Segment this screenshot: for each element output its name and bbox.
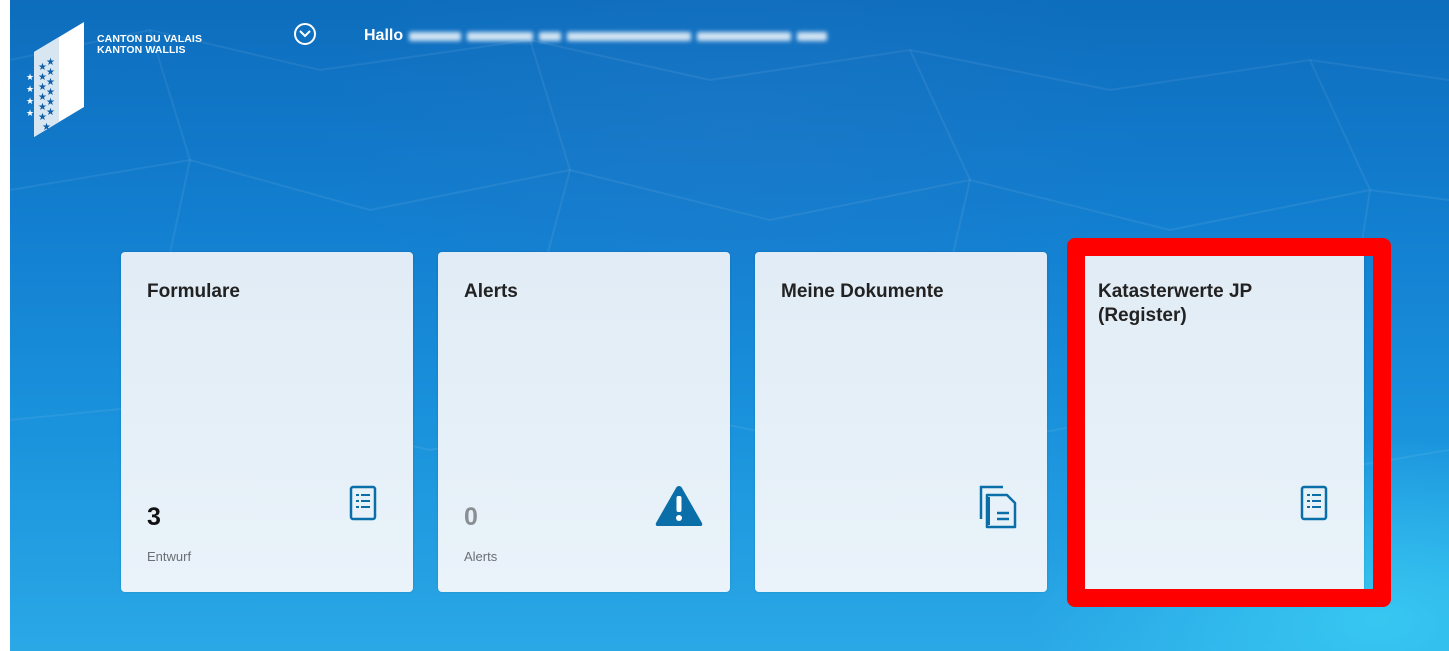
tile-count: 3 [147, 503, 161, 531]
tile-meine-dokumente[interactable]: Meine Dokumente [755, 252, 1047, 592]
greeting: Hallo [364, 27, 828, 45]
svg-text:★: ★ [26, 73, 34, 83]
redacted-user-name [409, 31, 462, 41]
tile-title-line2: (Register) [1098, 305, 1187, 326]
form-list-icon [1300, 485, 1328, 521]
tile-title: Formulare [147, 281, 240, 302]
chevron-down-icon [299, 30, 311, 38]
svg-text:★: ★ [26, 109, 34, 119]
tile-count: 0 [464, 503, 478, 531]
launchpad-background: ★ ★ ★ ★ ★ ★ ★ ★ ★ ★ ★ ★ ★ ★ ★ ★ ★ CANTON DU VA… [10, 0, 1449, 651]
tile-title: Katasterwerte JP (Register) [1098, 280, 1338, 328]
svg-text:★: ★ [26, 97, 34, 107]
redacted-user-name [467, 31, 534, 41]
tile-alerts[interactable]: Alerts 0 Alerts [438, 252, 730, 592]
tile-title-line1: Katasterwerte JP [1098, 281, 1253, 302]
greeting-prefix: Hallo [364, 27, 404, 44]
tile-formulare[interactable]: Formulare 3 Entwurf [121, 252, 413, 592]
redacted-organization [567, 31, 692, 41]
tile-title: Alerts [464, 281, 518, 302]
documents-icon [979, 485, 1017, 529]
warning-triangle-icon [655, 486, 703, 526]
tile-katasterwerte-jp[interactable]: Katasterwerte JP (Register) [1072, 252, 1364, 592]
svg-text:★: ★ [26, 85, 34, 95]
form-list-icon [349, 485, 377, 521]
redacted-organization [797, 31, 828, 41]
redacted-organization [697, 31, 792, 41]
tile-title: Meine Dokumente [781, 281, 944, 302]
svg-text:★: ★ [46, 107, 55, 118]
canton-name-de: KANTON WALLIS [97, 44, 186, 56]
redacted-user-name [539, 31, 562, 41]
canton-name: CANTON DU VALAIS KANTON WALLIS [97, 34, 202, 56]
tile-subtitle: Entwurf [147, 549, 192, 564]
tile-subtitle: Alerts [464, 549, 498, 564]
svg-text:★: ★ [42, 122, 51, 133]
user-menu-button[interactable] [294, 23, 316, 45]
canton-valais-logo[interactable]: ★ ★ ★ ★ ★ ★ ★ ★ ★ ★ ★ ★ ★ ★ ★ ★ ★ [26, 22, 96, 137]
